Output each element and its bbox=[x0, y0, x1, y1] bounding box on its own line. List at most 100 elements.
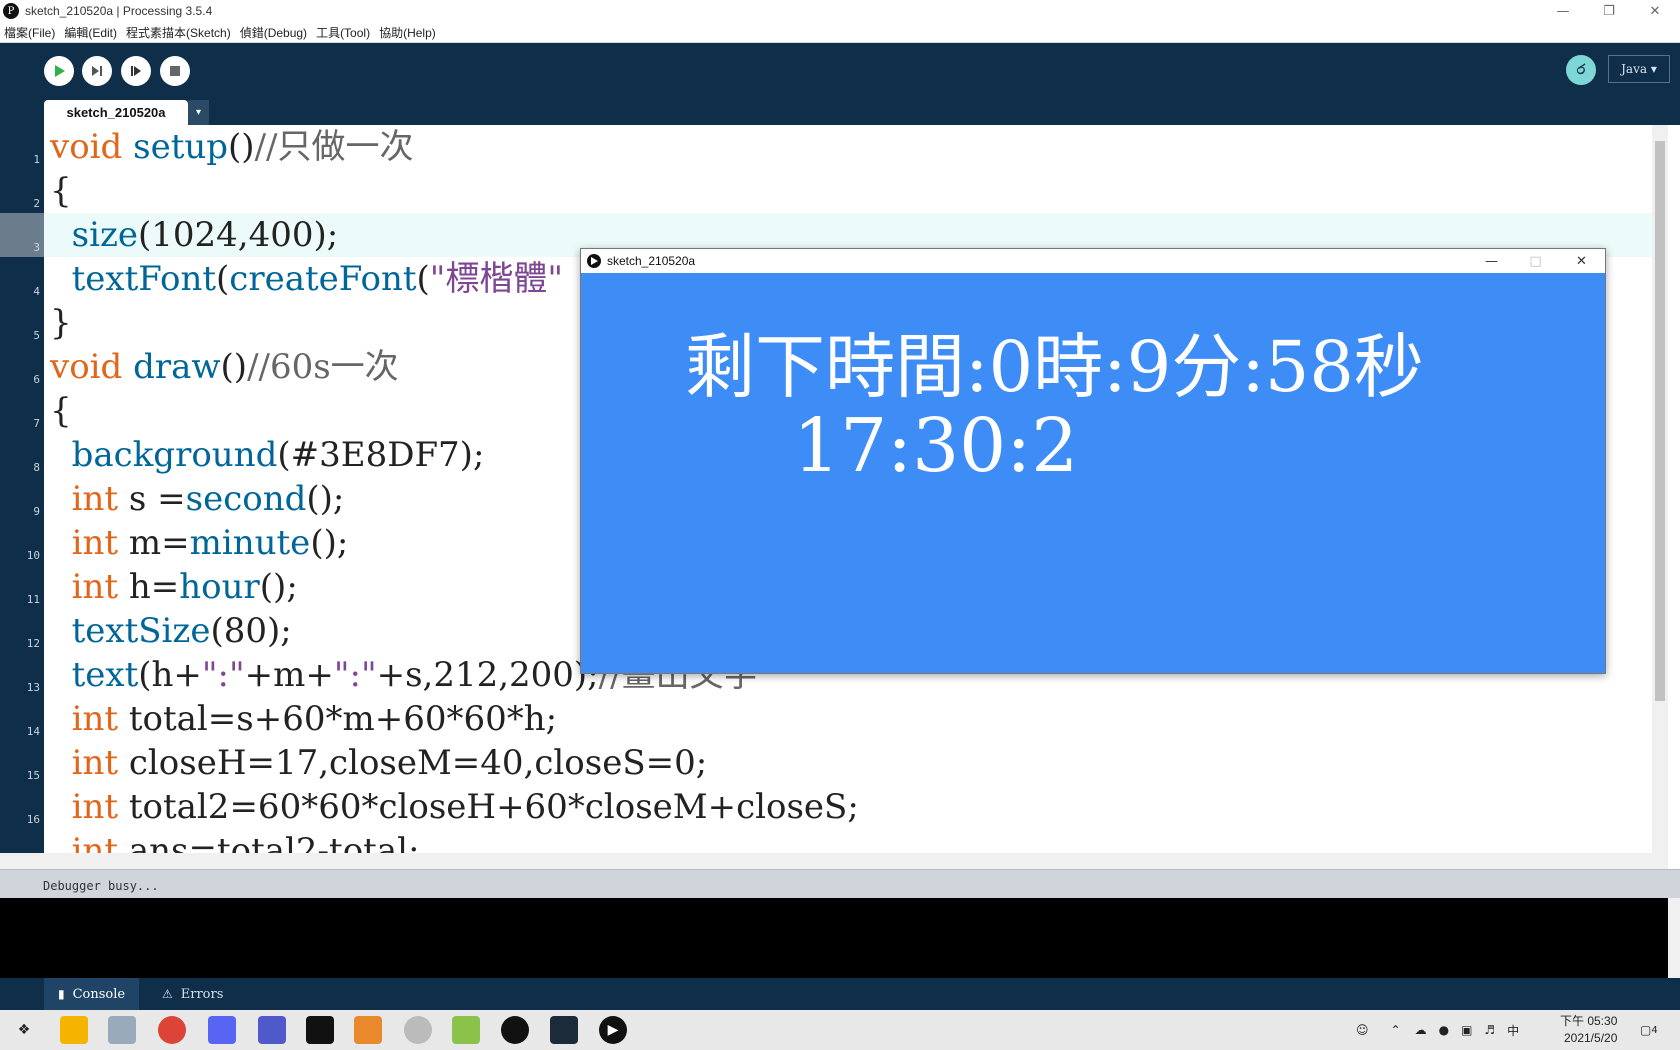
errors-tab-label: Errors bbox=[180, 986, 224, 1002]
console-scrollbar[interactable] bbox=[1668, 898, 1680, 978]
app-icon[interactable] bbox=[452, 1016, 480, 1044]
tab-menu-button[interactable]: ▾ bbox=[188, 100, 209, 125]
menu-edit[interactable]: 編輯(Edit) bbox=[64, 24, 117, 41]
disc-icon[interactable] bbox=[404, 1016, 432, 1044]
start-windows-icon[interactable]: ❖ bbox=[10, 1016, 38, 1044]
line-number: 1 bbox=[33, 153, 40, 166]
line-number: 4 bbox=[33, 285, 40, 298]
tab-console[interactable]: ▮ Console bbox=[44, 978, 140, 1010]
editor-vertical-scrollbar[interactable] bbox=[1652, 125, 1668, 853]
volume-icon[interactable]: ♬ bbox=[1484, 1023, 1495, 1037]
sketch-title-bar: sketch_210520a — □ ✕ bbox=[581, 249, 1605, 273]
notification-count: 4 bbox=[1651, 1024, 1658, 1036]
code-line: int total=s+60*m+60*60*h; bbox=[71, 699, 558, 739]
microphone-icon[interactable]: ● bbox=[1439, 1023, 1449, 1037]
chevron-up-icon[interactable]: ⌃ bbox=[1391, 1023, 1401, 1037]
code-line: int closeH=17,closeM=40,closeS=0; bbox=[71, 743, 708, 783]
people-icon[interactable]: ☺ bbox=[1356, 1023, 1369, 1037]
continue-icon bbox=[131, 66, 141, 76]
menu-bar: 檔案(File) 編輯(Edit) 程式素描本(Sketch) 偵錯(Debug… bbox=[0, 22, 1680, 43]
tab-sketch[interactable]: sketch_210520a bbox=[44, 100, 188, 125]
code-line: { bbox=[50, 391, 72, 431]
code-line: textFont(createFont("標楷體" bbox=[71, 259, 564, 299]
mode-selector[interactable]: Java ▾ bbox=[1608, 55, 1670, 83]
status-message: Debugger busy... bbox=[43, 879, 159, 893]
debugger-toggle-button[interactable]: ෮ bbox=[1566, 55, 1596, 85]
menu-tool[interactable]: 工具(Tool) bbox=[316, 24, 370, 41]
cloud-icon[interactable]: ☁ bbox=[1415, 1023, 1427, 1037]
step-button[interactable] bbox=[82, 56, 112, 86]
tab-strip: sketch_210520a ▾ bbox=[0, 100, 1680, 125]
sketch-canvas: 剩下時間:0時:9分:58秒 17:30:2 bbox=[581, 273, 1605, 673]
butterfly-icon: ෮ bbox=[1576, 62, 1586, 78]
current-time-text: 17:30:2 bbox=[793, 403, 1079, 489]
remaining-time-text: 剩下時間:0時:9分:58秒 bbox=[685, 326, 1424, 408]
menu-file[interactable]: 檔案(File) bbox=[4, 24, 55, 41]
console-output[interactable] bbox=[0, 898, 1668, 978]
code-line: int h=hour(); bbox=[71, 567, 298, 607]
menu-help[interactable]: 協助(Help) bbox=[379, 24, 436, 41]
league-icon[interactable] bbox=[550, 1016, 578, 1044]
line-number: 8 bbox=[33, 461, 40, 474]
clock[interactable]: 下午 05:30 2021/5/20 bbox=[1560, 1013, 1617, 1047]
minimize-button[interactable]: — bbox=[1540, 0, 1586, 22]
app-icon[interactable] bbox=[354, 1016, 382, 1044]
line-number: 13 bbox=[26, 681, 40, 694]
chrome-icon[interactable] bbox=[158, 1016, 186, 1044]
processing-taskbar-icon[interactable] bbox=[501, 1016, 529, 1044]
file-explorer-icon[interactable] bbox=[60, 1016, 88, 1044]
stop-button[interactable] bbox=[160, 56, 190, 86]
line-number-gutter: 1 2 3 4 5 6 7 8 9 10 11 12 13 14 15 16 bbox=[0, 125, 44, 853]
sketch-maximize-button[interactable]: □ bbox=[1513, 249, 1558, 273]
sketch-window-title: sketch_210520a bbox=[607, 254, 696, 268]
play-icon bbox=[587, 254, 601, 268]
game-app-icon[interactable] bbox=[306, 1016, 334, 1044]
teams-icon[interactable] bbox=[258, 1016, 286, 1044]
line-number: 10 bbox=[26, 549, 40, 562]
tab-errors[interactable]: ⚠ Errors bbox=[148, 978, 237, 1010]
menu-sketch[interactable]: 程式素描本(Sketch) bbox=[126, 24, 231, 41]
sketch-minimize-button[interactable]: — bbox=[1469, 249, 1514, 273]
line-number: 9 bbox=[33, 505, 40, 518]
code-line: void draw()//60s一次 bbox=[50, 347, 399, 387]
line-number: 3 bbox=[33, 241, 40, 254]
menu-debug[interactable]: 偵錯(Debug) bbox=[240, 24, 307, 41]
warning-icon: ⚠ bbox=[162, 987, 173, 1001]
code-line: size(1024,400); bbox=[71, 215, 339, 255]
run-button[interactable] bbox=[44, 56, 74, 86]
code-line: background(#3E8DF7); bbox=[71, 435, 485, 475]
clock-date: 2021/5/20 bbox=[1563, 1031, 1618, 1045]
photos-icon[interactable] bbox=[108, 1016, 136, 1044]
restore-button[interactable]: ❐ bbox=[1586, 0, 1632, 22]
notification-center[interactable]: ▢ 4 bbox=[1640, 1010, 1658, 1050]
sketch-window[interactable]: sketch_210520a — □ ✕ 剩下時間:0時:9分:58秒 17:3… bbox=[580, 248, 1606, 674]
stop-icon bbox=[170, 66, 180, 76]
window-title: sketch_210520a | Processing 3.5.4 bbox=[25, 4, 213, 18]
code-line: int s =second(); bbox=[71, 479, 345, 519]
code-line: int total2=60*60*closeH+60*closeM+closeS… bbox=[71, 787, 859, 827]
play-icon bbox=[55, 65, 65, 77]
sketch-taskbar-icon[interactable]: ▶ bbox=[599, 1016, 627, 1044]
console-tab-label: Console bbox=[72, 986, 126, 1002]
editor-horizontal-scrollbar[interactable] bbox=[0, 853, 1668, 869]
continue-button[interactable] bbox=[121, 56, 151, 86]
step-icon bbox=[92, 66, 102, 76]
discord-icon[interactable] bbox=[208, 1016, 236, 1044]
sketch-close-button[interactable]: ✕ bbox=[1559, 249, 1604, 273]
code-line: } bbox=[50, 303, 72, 343]
ime-indicator[interactable]: 中 bbox=[1507, 1022, 1519, 1039]
line-number: 15 bbox=[26, 769, 40, 782]
line-number: 14 bbox=[26, 725, 40, 738]
notification-icon: ▢ bbox=[1640, 1023, 1652, 1037]
line-number: 12 bbox=[26, 637, 40, 650]
network-icon[interactable]: ▣ bbox=[1461, 1023, 1472, 1037]
code-line: textSize(80); bbox=[71, 611, 292, 651]
close-button[interactable]: ✕ bbox=[1632, 0, 1678, 22]
scrollbar-thumb[interactable] bbox=[1655, 141, 1665, 701]
line-number: 6 bbox=[33, 373, 40, 386]
terminal-icon: ▮ bbox=[58, 987, 65, 1001]
line-number: 2 bbox=[33, 197, 40, 210]
taskbar: ❖ ▶ ☺ ⌃ ☁ ● ▣ ♬ 中 下午 05:30 2021/5/20 ▢ 4 bbox=[0, 1010, 1680, 1050]
system-tray: ☺ ⌃ ☁ ● ▣ ♬ 中 bbox=[1356, 1010, 1519, 1050]
processing-app-icon: P bbox=[3, 3, 19, 19]
